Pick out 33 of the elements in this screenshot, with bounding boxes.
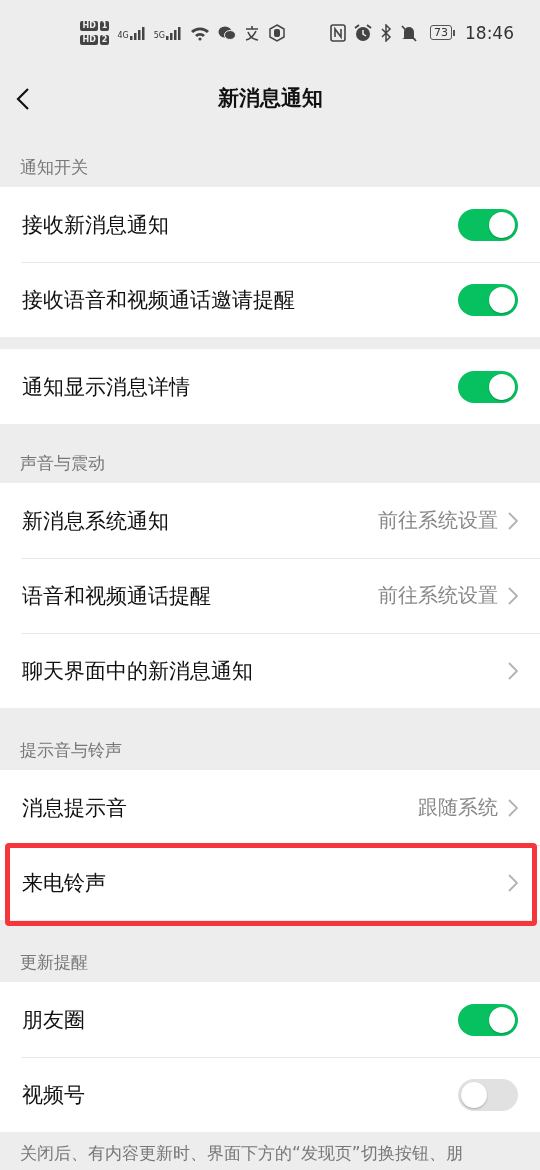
- row-label: 语音和视频通话提醒: [22, 582, 212, 610]
- settings-row[interactable]: 接收语音和视频通话邀请提醒: [0, 262, 540, 337]
- row-label: 朋友圈: [22, 1006, 86, 1034]
- section-header: 声音与震动: [19, 452, 106, 475]
- settings-row[interactable]: 朋友圈: [0, 982, 540, 1057]
- footer-note: 关闭后、有内容更新时、界面下方的“发现页”切换按钮、朋: [19, 1142, 464, 1165]
- settings-row[interactable]: 通知显示消息详情: [0, 349, 540, 424]
- row-label: 聊天界面中的新消息通知: [22, 657, 254, 685]
- row-value: 前往系统设置: [378, 582, 498, 609]
- settings-row[interactable]: 视频号: [0, 1057, 540, 1132]
- row-label: 接收新消息通知: [22, 211, 170, 239]
- row-label: 通知显示消息详情: [22, 373, 191, 401]
- settings-row[interactable]: 聊天界面中的新消息通知: [0, 633, 540, 708]
- row-label: 视频号: [22, 1081, 86, 1109]
- clock: 18:46: [465, 22, 514, 43]
- page-title: 新消息通知: [217, 84, 323, 112]
- settings-row[interactable]: 消息提示音 跟随系统: [0, 770, 540, 845]
- row-label: 新消息系统通知: [22, 507, 170, 535]
- settings-row[interactable]: 接收新消息通知: [0, 187, 540, 262]
- row-label: 来电铃声: [22, 869, 107, 897]
- battery-level: 73: [430, 25, 452, 40]
- row-label: 消息提示音: [22, 794, 128, 822]
- section-header: 提示音与铃声: [19, 739, 123, 762]
- section-header: 通知开关: [19, 156, 89, 179]
- settings-row[interactable]: 来电铃声: [0, 845, 540, 920]
- row-value: 前往系统设置: [378, 507, 498, 534]
- settings-row[interactable]: 新消息系统通知 前往系统设置: [0, 483, 540, 558]
- section-header: 更新提醒: [19, 951, 89, 974]
- network-label: 4G: [117, 30, 129, 40]
- row-label: 接收语音和视频通话邀请提醒: [22, 286, 296, 314]
- row-value: 跟随系统: [418, 794, 498, 821]
- network-label: 5G: [153, 30, 165, 40]
- settings-row[interactable]: 语音和视频通话提醒 前往系统设置: [0, 558, 540, 633]
